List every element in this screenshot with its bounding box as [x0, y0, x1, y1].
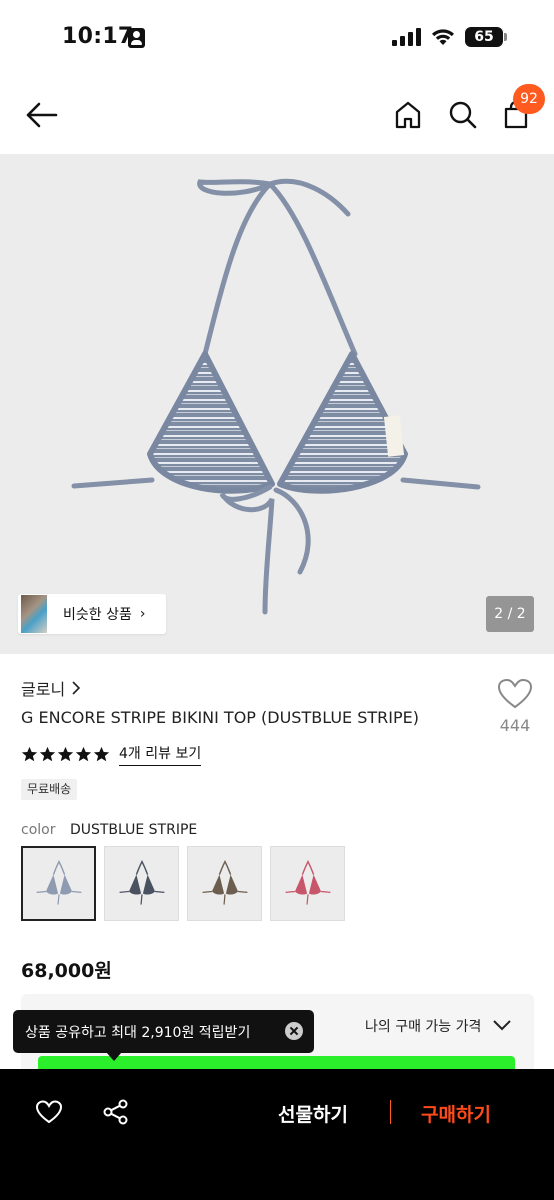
heart-icon[interactable]	[496, 678, 534, 710]
swatch-thumbnail	[119, 859, 164, 905]
bottom-action-bar	[0, 1069, 554, 1200]
bottom-divider	[390, 1100, 391, 1124]
color-row: color DUSTBLUE STRIPE	[21, 822, 197, 838]
similar-label: 비슷한 상품	[63, 607, 132, 623]
color-label: color	[21, 822, 56, 838]
home-icon[interactable]	[394, 100, 422, 130]
wish-count: 444	[499, 716, 531, 735]
similar-thumbnail	[21, 595, 47, 633]
back-arrow-icon[interactable]	[24, 100, 58, 130]
swatch-thumbnail	[285, 859, 330, 905]
my-price-label: 나의 구매 가능 가격	[365, 1019, 482, 1035]
star-icon	[21, 746, 38, 762]
tooltip-arrow	[106, 1052, 122, 1061]
wifi-icon	[432, 29, 454, 45]
star-icon	[93, 746, 110, 762]
chevron-right-icon	[72, 681, 81, 695]
status-bar: 10:17 65	[0, 0, 554, 74]
color-value: DUSTBLUE STRIPE	[69, 822, 198, 838]
swatch-thumbnail	[36, 859, 81, 905]
person-badge-icon	[128, 28, 145, 48]
star-icon	[39, 746, 56, 762]
product-price: 68,000원	[21, 960, 112, 982]
review-link[interactable]: 4개 리뷰 보기	[119, 743, 202, 766]
color-swatch-brown[interactable]	[187, 846, 262, 921]
chevron-down-icon[interactable]	[492, 1018, 512, 1032]
gift-button[interactable]: 선물하기	[278, 1100, 348, 1127]
star-icon	[75, 746, 92, 762]
search-icon[interactable]	[448, 100, 478, 130]
bikini-top-image	[71, 178, 481, 615]
star-icon	[57, 746, 74, 762]
color-swatch-pink[interactable]	[270, 846, 345, 921]
tooltip-text: 상품 공유하고 최대 2,910원 적립받기	[25, 1024, 251, 1041]
rating-stars	[21, 746, 111, 763]
swatch-thumbnail	[202, 859, 247, 905]
cellular-signal-icon	[392, 28, 422, 46]
heart-icon[interactable]	[35, 1100, 63, 1124]
chevron-right-icon: ›	[139, 606, 146, 622]
color-swatch-dustblue[interactable]	[21, 846, 96, 921]
share-reward-tooltip: 상품 공유하고 최대 2,910원 적립받기	[13, 1010, 314, 1053]
close-icon[interactable]	[285, 1022, 303, 1040]
similar-products-button[interactable]: 비슷한 상품 ›	[18, 594, 166, 634]
rating-row: 4개 리뷰 보기	[21, 743, 202, 766]
status-time: 10:17	[62, 24, 134, 49]
brand-name: 글로니	[21, 680, 66, 699]
battery-icon: 65	[465, 27, 503, 47]
share-icon[interactable]	[102, 1098, 130, 1126]
color-swatch-charcoal[interactable]	[104, 846, 179, 921]
image-page-indicator: 2 / 2	[486, 596, 534, 632]
brand-link[interactable]: 글로니	[21, 676, 81, 700]
cart-count-badge: 92	[513, 84, 545, 114]
color-swatches	[21, 846, 353, 921]
free-shipping-badge: 무료배송	[21, 779, 78, 800]
product-title: G ENCORE STRIPE BIKINI TOP (DUSTBLUE STR…	[21, 708, 419, 727]
battery-tip	[504, 33, 507, 41]
buy-button[interactable]: 구매하기	[421, 1100, 491, 1127]
product-image[interactable]	[0, 154, 554, 654]
